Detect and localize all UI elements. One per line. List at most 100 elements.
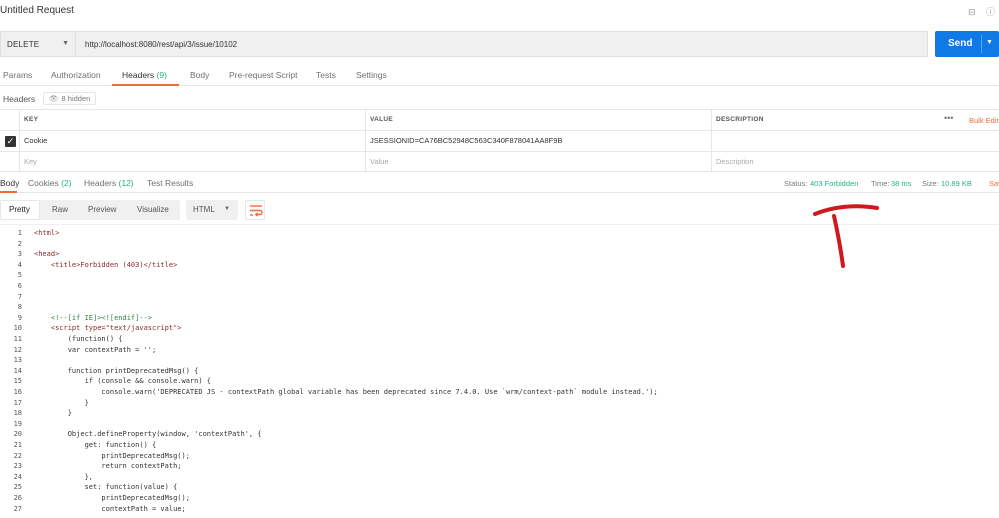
tab-authorization[interactable]: Authorization bbox=[51, 70, 101, 80]
response-headers-count: (12) bbox=[118, 178, 134, 188]
column-header-value: VALUE bbox=[370, 116, 394, 123]
hidden-headers-toggle[interactable]: 👁 8 hidden bbox=[43, 92, 97, 105]
new-value-input[interactable]: Value bbox=[370, 157, 389, 166]
header-enabled-checkbox[interactable]: ✓ bbox=[5, 136, 16, 147]
code-text: } bbox=[34, 398, 89, 407]
hidden-count-label: 8 hidden bbox=[61, 94, 91, 103]
code-line: 7 bbox=[0, 292, 999, 303]
line-number: 15 bbox=[13, 377, 22, 386]
line-number: 8 bbox=[17, 303, 22, 312]
table-column-divider bbox=[711, 110, 712, 172]
code-text: Object.defineProperty(window, 'contextPa… bbox=[34, 430, 262, 439]
tab-headers[interactable]: Headers (9) bbox=[122, 70, 167, 80]
time-value: 38 ms bbox=[891, 179, 912, 188]
request-title[interactable]: Untitled Request bbox=[0, 5, 74, 16]
wrap-lines-icon bbox=[250, 205, 263, 217]
response-tab-cookies[interactable]: Cookies (2) bbox=[28, 178, 71, 188]
code-line: 26 printDeprecatedMsg(); bbox=[0, 493, 999, 504]
save-response-button[interactable]: Save bbox=[989, 179, 999, 188]
visualize-button[interactable]: Visualize bbox=[137, 205, 169, 214]
header-key-cell[interactable]: Cookie bbox=[24, 136, 47, 145]
response-tab-body[interactable]: Body bbox=[0, 178, 19, 188]
header-value-cell[interactable]: JSESSIONID=CA76BC52948C563C340F878041AA8… bbox=[370, 136, 562, 145]
headers-count: (9) bbox=[156, 70, 167, 80]
code-line: 27 contextPath = value; bbox=[0, 504, 999, 515]
pretty-button[interactable]: Pretty bbox=[9, 205, 30, 214]
tab-tests[interactable]: Tests bbox=[316, 70, 336, 80]
tab-pre-request-script[interactable]: Pre-request Script bbox=[229, 70, 298, 80]
code-line: 10 <script type="text/javascript"> bbox=[0, 323, 999, 334]
line-number: 2 bbox=[17, 239, 22, 248]
url-bar: DELETE ▼ http://localhost:8080/rest/api/… bbox=[0, 31, 999, 57]
line-number: 9 bbox=[17, 313, 22, 322]
eye-icon: 👁 bbox=[49, 94, 59, 103]
wrap-lines-button[interactable] bbox=[245, 200, 265, 220]
size-value: 10.89 KB bbox=[941, 179, 972, 188]
line-number: 21 bbox=[13, 441, 22, 449]
raw-button[interactable]: Raw bbox=[52, 205, 68, 214]
response-tab-test-results[interactable]: Test Results bbox=[147, 178, 193, 188]
tab-params[interactable]: Params bbox=[3, 70, 32, 80]
line-number: 16 bbox=[13, 388, 22, 396]
tab-settings[interactable]: Settings bbox=[356, 70, 387, 80]
code-line: 25 set: function(value) { bbox=[0, 482, 999, 493]
code-text: set: function(value) { bbox=[34, 483, 178, 492]
code-line: 12 var contextPath = ''; bbox=[0, 345, 999, 356]
code-line: 19 bbox=[0, 419, 999, 430]
line-number: 6 bbox=[17, 282, 22, 290]
column-header-description: DESCRIPTION bbox=[716, 116, 764, 123]
code-text: }, bbox=[34, 472, 94, 481]
code-text: (function() { bbox=[34, 335, 123, 343]
code-text: <!--[if IE]><![endif]--> bbox=[34, 313, 153, 322]
headers-subheader: Headers 👁 8 hidden bbox=[0, 90, 999, 108]
more-options-icon[interactable]: ••• bbox=[944, 113, 953, 123]
active-tab-indicator bbox=[112, 84, 179, 86]
line-number: 11 bbox=[13, 335, 22, 343]
line-number: 19 bbox=[13, 419, 22, 428]
line-number: 10 bbox=[13, 324, 22, 333]
headers-table: KEY VALUE DESCRIPTION ••• Bulk Edit ✓ Co… bbox=[0, 109, 999, 172]
column-header-key: KEY bbox=[24, 116, 39, 123]
chevron-down-icon: ▼ bbox=[62, 40, 69, 47]
window-icons[interactable]: ⊟ ⓘ bbox=[968, 5, 999, 18]
send-label: Send bbox=[948, 38, 973, 49]
table-divider bbox=[0, 130, 999, 131]
request-tabs: Params Authorization Headers (9) Body Pr… bbox=[0, 64, 999, 86]
new-key-input[interactable]: Key bbox=[24, 157, 37, 166]
send-divider bbox=[981, 35, 982, 53]
code-line: 21 get: function() { bbox=[0, 440, 999, 451]
code-text: <script type="text/javascript"> bbox=[34, 324, 182, 333]
code-line: 23 return contextPath; bbox=[0, 461, 999, 472]
headers-label: Headers bbox=[3, 94, 36, 104]
code-line: 18 } bbox=[0, 408, 999, 419]
new-description-input[interactable]: Description bbox=[716, 157, 754, 166]
line-number: 26 bbox=[13, 494, 22, 502]
code-line: 20 Object.defineProperty(window, 'contex… bbox=[0, 429, 999, 440]
code-line: 24 }, bbox=[0, 472, 999, 483]
language-label: HTML bbox=[193, 205, 215, 214]
code-line: 6 bbox=[0, 281, 999, 292]
line-number: 17 bbox=[13, 398, 22, 407]
code-line: 22 printDeprecatedMsg(); bbox=[0, 451, 999, 462]
language-select[interactable]: HTML ▼ bbox=[186, 200, 238, 220]
method-select[interactable]: DELETE ▼ bbox=[0, 31, 75, 57]
table-divider bbox=[0, 151, 999, 152]
code-text: function printDeprecatedMsg() { bbox=[34, 366, 199, 375]
line-number: 20 bbox=[13, 430, 22, 439]
url-input[interactable]: http://localhost:8080/rest/api/3/issue/1… bbox=[75, 31, 928, 57]
line-number: 7 bbox=[17, 292, 22, 301]
preview-button[interactable]: Preview bbox=[88, 205, 116, 214]
code-text: if (console && console.warn) { bbox=[34, 377, 212, 386]
code-text: <html> bbox=[34, 229, 60, 237]
line-number: 27 bbox=[13, 504, 22, 513]
url-value: http://localhost:8080/rest/api/3/issue/1… bbox=[85, 40, 238, 49]
response-tab-headers[interactable]: Headers (12) bbox=[84, 178, 134, 188]
tab-body[interactable]: Body bbox=[190, 70, 209, 80]
code-line: 14 function printDeprecatedMsg() { bbox=[0, 366, 999, 377]
line-number: 5 bbox=[17, 271, 22, 280]
send-options-chevron-icon[interactable]: ▼ bbox=[986, 39, 993, 46]
send-button[interactable]: Send ▼ bbox=[935, 31, 999, 57]
bulk-edit-link[interactable]: Bulk Edit bbox=[969, 116, 999, 125]
code-line: 5 bbox=[0, 270, 999, 281]
line-number: 24 bbox=[13, 472, 22, 481]
